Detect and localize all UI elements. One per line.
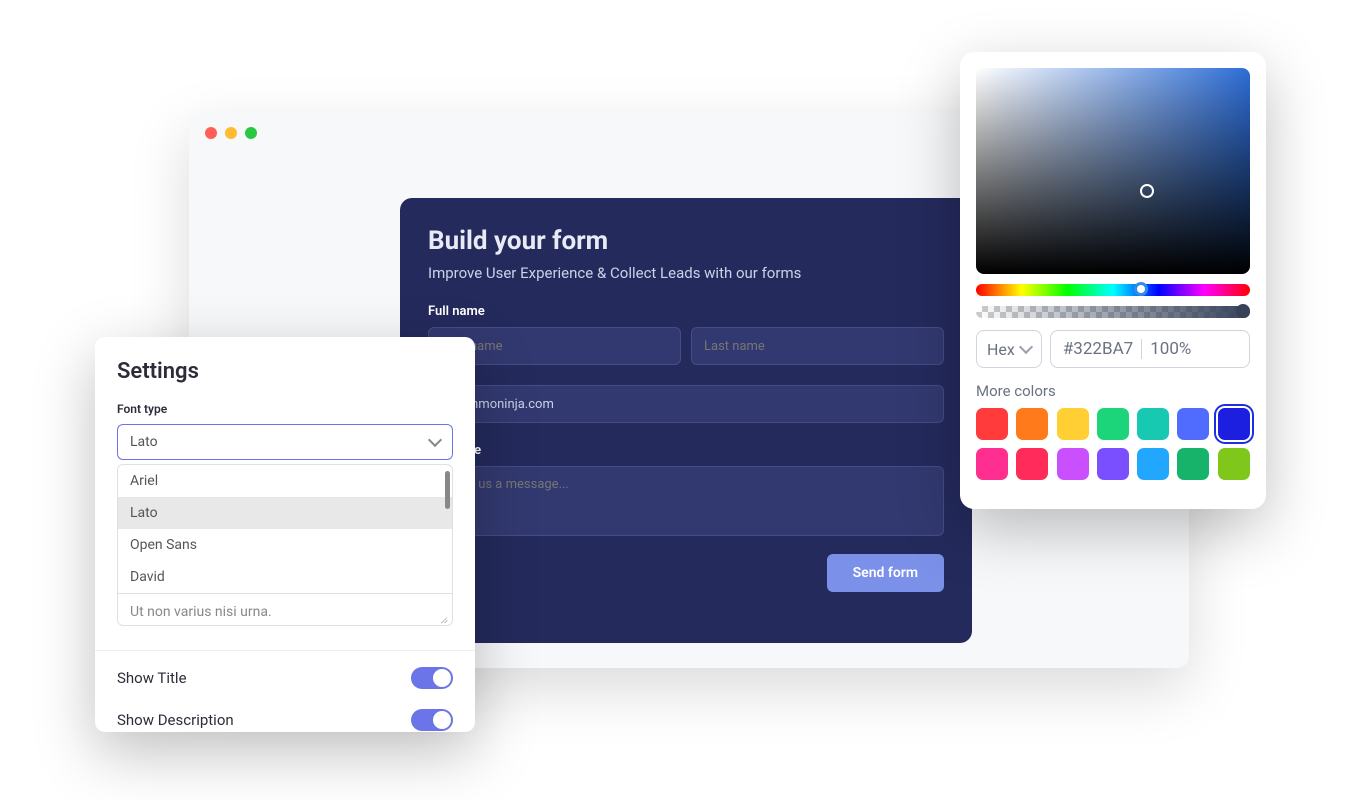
show-title-toggle[interactable] [411,667,453,689]
settings-title: Settings [117,359,453,384]
color-value-input[interactable]: #322BA7 100% [1050,330,1250,368]
form-preview-card: Build your form Improve User Experience … [400,198,972,643]
font-type-value: Lato [130,434,158,450]
color-swatch[interactable] [1057,448,1089,480]
alpha-value: 100% [1150,339,1191,359]
alpha-slider[interactable] [976,306,1250,318]
font-option-opensans[interactable]: Open Sans [118,529,452,561]
show-title-label: Show Title [117,669,187,687]
input-divider [1141,339,1142,359]
alpha-thumb-icon[interactable] [1236,304,1250,318]
text-preview-textarea[interactable]: Ut non varius nisi urna. [118,593,452,625]
email-input[interactable] [428,385,944,423]
chevron-down-icon [428,433,442,447]
color-format-select[interactable]: Hex [976,330,1042,368]
color-swatch[interactable] [1177,408,1209,440]
show-description-toggle[interactable] [411,709,453,731]
message-textarea[interactable] [428,466,944,536]
color-swatch[interactable] [1097,448,1129,480]
font-type-select[interactable]: Lato [117,424,453,460]
form-title: Build your form [428,226,944,256]
hue-thumb-icon[interactable] [1134,282,1148,296]
color-swatch[interactable] [1218,408,1250,440]
color-swatch[interactable] [1218,448,1250,480]
font-type-dropdown: Ariel Lato Open Sans David Ut non varius… [117,464,453,626]
font-option-lato[interactable]: Lato [118,497,452,529]
color-swatch[interactable] [1016,408,1048,440]
full-name-label: Full name [428,304,944,319]
show-description-label: Show Description [117,711,234,729]
send-form-button[interactable]: Send form [827,554,944,592]
color-format-value: Hex [987,340,1015,359]
font-option-ariel[interactable]: Ariel [118,465,452,497]
hue-slider[interactable] [976,284,1250,296]
dropdown-scrollbar[interactable] [445,471,450,509]
maximize-window-icon[interactable] [245,127,257,139]
resize-handle-icon[interactable] [438,613,448,623]
color-cursor-icon[interactable] [1140,184,1154,198]
color-gradient-area[interactable] [976,68,1250,274]
message-label: Message [428,443,944,458]
chevron-down-icon [1019,340,1033,354]
color-picker-panel: Hex #322BA7 100% More colors [960,52,1266,509]
form-subtitle: Improve User Experience & Collect Leads … [428,264,944,282]
font-type-label: Font type [117,402,453,416]
color-swatch[interactable] [1016,448,1048,480]
settings-panel: Settings Font type Lato Ariel Lato Open … [95,337,475,732]
color-swatch[interactable] [1097,408,1129,440]
minimize-window-icon[interactable] [225,127,237,139]
color-swatch[interactable] [1177,448,1209,480]
color-swatch[interactable] [976,408,1008,440]
hex-value: #322BA7 [1063,339,1133,359]
more-colors-label: More colors [976,382,1250,400]
font-option-david[interactable]: David [118,561,452,593]
close-window-icon[interactable] [205,127,217,139]
color-swatch[interactable] [976,448,1008,480]
color-swatch-grid [976,408,1250,480]
color-swatch[interactable] [1137,448,1169,480]
last-name-input[interactable] [691,327,944,365]
color-swatch[interactable] [1057,408,1089,440]
color-swatch[interactable] [1137,408,1169,440]
